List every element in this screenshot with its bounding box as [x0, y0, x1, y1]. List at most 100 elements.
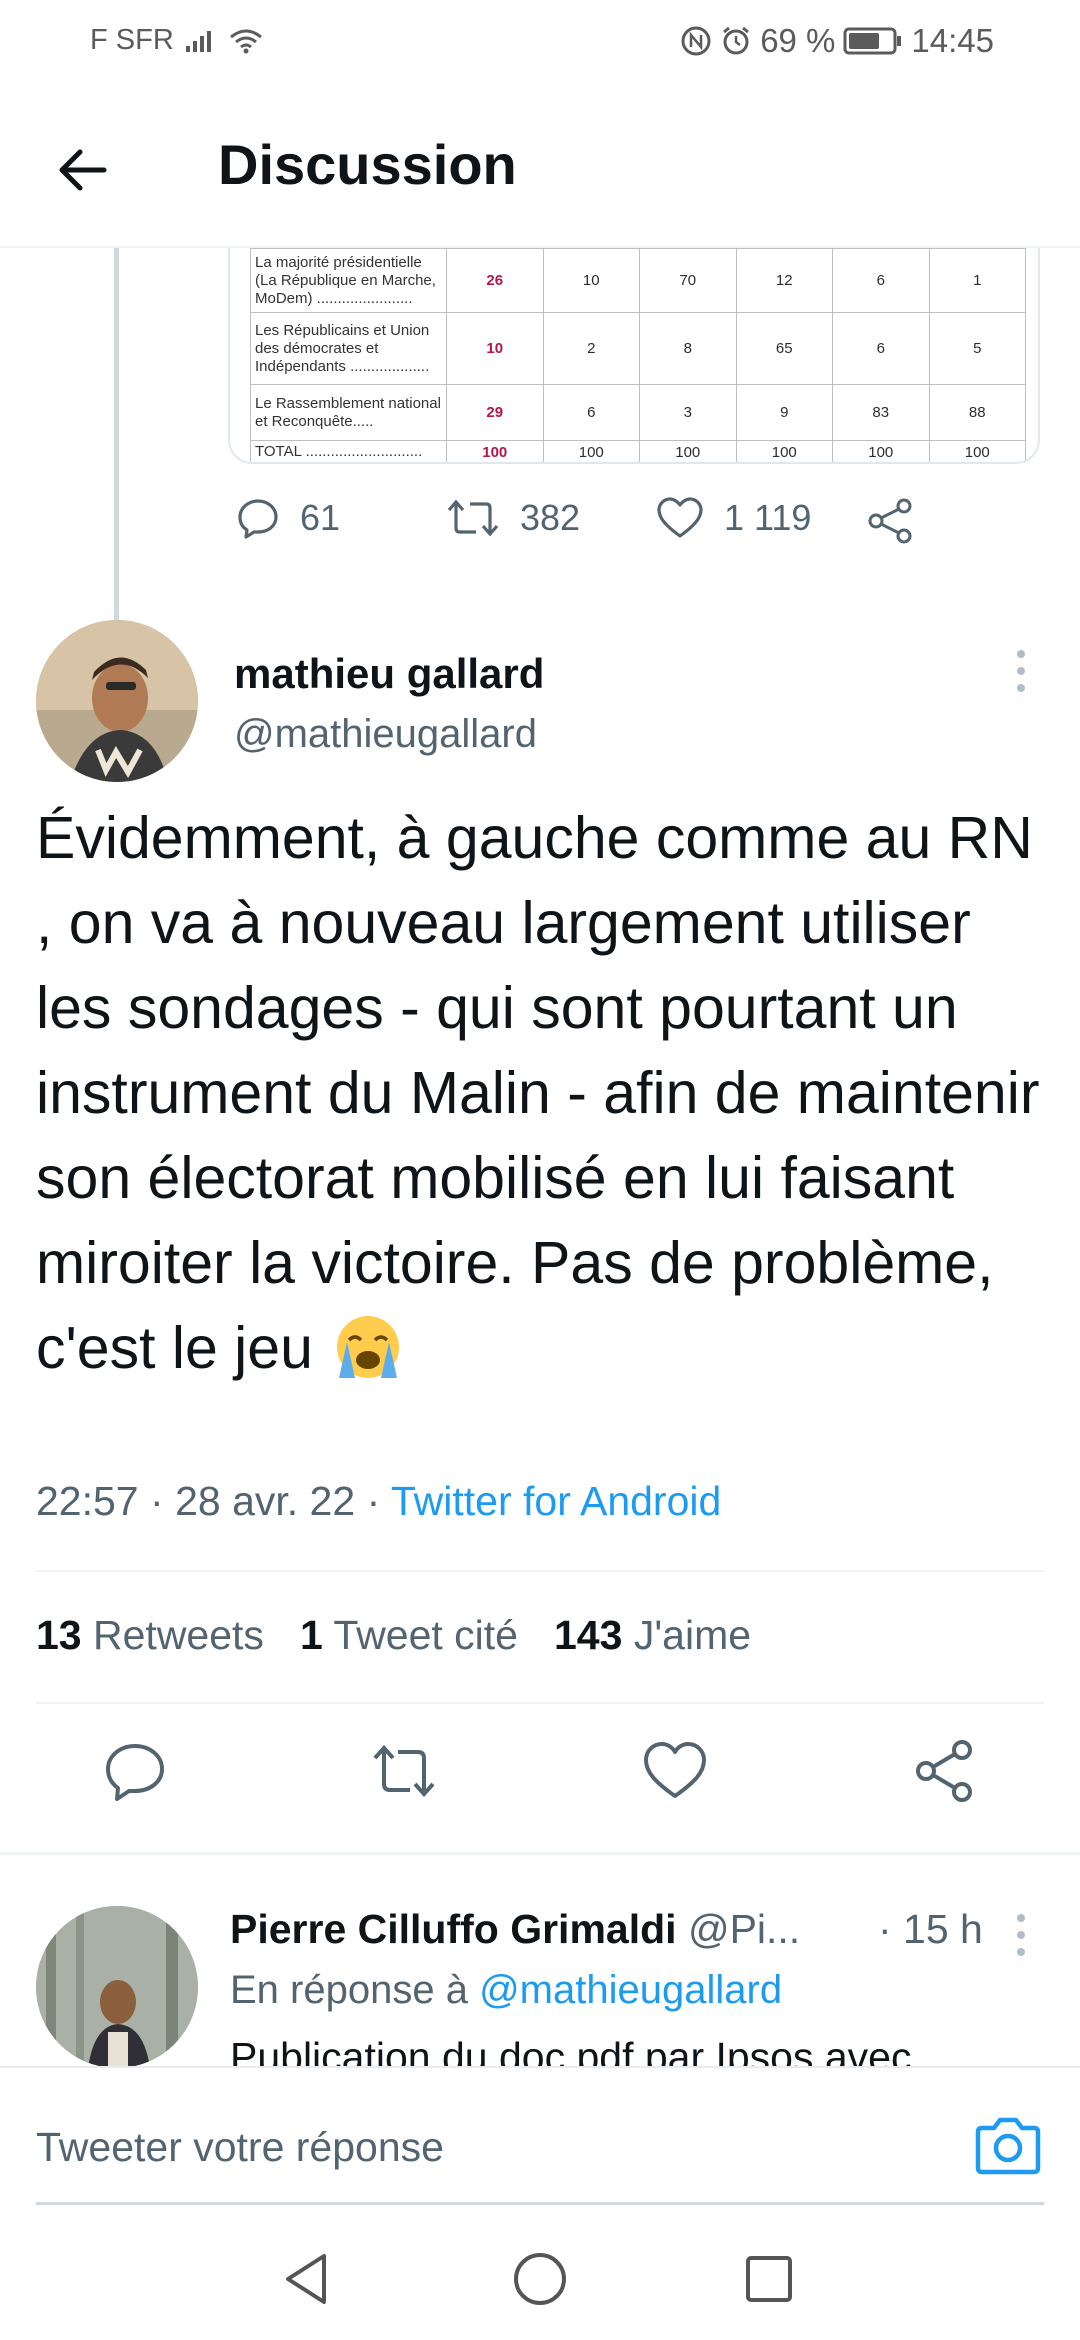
carrier-label: F SFR [90, 24, 174, 56]
reply-tweet[interactable]: Pierre Cilluffo Grimaldi @Pi... · 15 h E… [0, 1906, 1080, 2066]
author-name[interactable]: mathieu gallard [234, 650, 544, 698]
parent-reply-count: 61 [300, 497, 341, 538]
table-cell: 100 [928, 440, 1026, 462]
share-icon[interactable] [910, 1736, 980, 1806]
avatar-image [36, 620, 198, 782]
retweet-icon [447, 499, 499, 537]
signal-icon [185, 30, 211, 52]
table-row: Les Républicains et Union des démocrates… [250, 312, 1026, 385]
carrier-group: F SFR [90, 24, 264, 57]
tweet-time: 22:57 [36, 1478, 139, 1524]
parent-tweet-actions: 61 382 1 119 [230, 496, 990, 556]
tweet-date: 28 avr. 22 [175, 1478, 356, 1524]
table-cell: 100 [735, 440, 833, 462]
table-cell: 83 [832, 384, 930, 441]
tweet-text: Évidemment, à gauche comme au RN , on va… [36, 796, 1046, 1391]
retweet-icon[interactable] [368, 1736, 438, 1806]
nfc-icon [681, 26, 711, 56]
table-cell: 100 [832, 440, 930, 462]
table-cell: 10 [446, 312, 544, 385]
wifi-icon [229, 29, 262, 53]
more-options-icon[interactable] [1006, 1910, 1036, 1960]
parent-tweet-image[interactable]: La majorité présidentielle (La Républiqu… [228, 248, 1040, 464]
meta-separator: · [366, 1478, 381, 1524]
table-cell: 1 [928, 248, 1026, 313]
reply-text: Publication du doc pdf par Ipsos avec [230, 2034, 912, 2066]
quotes-count: 1 [299, 1612, 323, 1658]
table-cell: 9 [735, 384, 833, 441]
reply-context: En réponse à @mathieugallard [230, 1968, 782, 2013]
tweet-source-link[interactable]: Twitter for Android [391, 1478, 721, 1524]
table-cell: 5 [928, 312, 1026, 385]
parent-reply-button[interactable]: 61 [236, 496, 340, 540]
reply-time: · 15 h [878, 1906, 983, 1952]
table-cell: 100 [446, 440, 544, 462]
arrow-left-icon[interactable] [52, 138, 116, 202]
reply-avatar-image [36, 1906, 198, 2066]
table-cell: 26 [446, 248, 544, 313]
reply-author[interactable]: Pierre Cilluffo Grimaldi @Pi... [230, 1906, 800, 1953]
share-icon [868, 498, 912, 544]
table-cell: 10 [542, 248, 640, 313]
reply-context-handle[interactable]: @mathieugallard [479, 1968, 782, 2012]
tweet-body: Évidemment, à gauche comme au RN , on va… [36, 805, 1040, 1381]
parent-like-button[interactable]: 1 119 [656, 496, 811, 540]
avatar[interactable] [36, 620, 198, 782]
tweet-author: mathieu gallard @mathieugallard [0, 620, 1080, 782]
heart-icon[interactable] [640, 1736, 710, 1806]
reply-author-name: Pierre Cilluffo Grimaldi [230, 1906, 677, 1952]
table-cell-label: TOTAL ............................ [250, 440, 447, 462]
table-cell: 8 [639, 312, 737, 385]
table-cell: 6 [832, 248, 930, 313]
table-cell: 2 [542, 312, 640, 385]
table-row: Le Rassemblement national et Reconquête.… [250, 384, 1026, 441]
heart-icon [657, 497, 703, 538]
parent-retweet-button[interactable]: 382 [446, 496, 580, 540]
table-cell: 6 [542, 384, 640, 441]
parent-retweet-count: 382 [520, 497, 581, 538]
table-cell: 3 [639, 384, 737, 441]
table-cell: 88 [928, 384, 1026, 441]
section-separator [0, 1852, 1080, 1855]
table-cell: 65 [735, 312, 833, 385]
reply-author-handle: @Pi... [687, 1906, 801, 1952]
reply-icon [238, 499, 278, 539]
reply-icon[interactable] [100, 1736, 170, 1806]
parent-share-button[interactable] [866, 496, 916, 546]
nav-recents-icon[interactable] [734, 2244, 804, 2314]
meta-separator: · [150, 1478, 164, 1524]
camera-icon[interactable] [972, 2114, 1044, 2178]
status-right-group: 69 % 14:45 [680, 22, 994, 60]
author-handle[interactable]: @mathieugallard [234, 712, 537, 757]
table-cell: 12 [735, 248, 833, 313]
tweet-meta: 22:57 · 28 avr. 22 · Twitter for Android [36, 1478, 721, 1525]
table-cell: 70 [639, 248, 737, 313]
nav-back-icon[interactable] [272, 2244, 342, 2314]
parent-like-count: 1 119 [724, 497, 812, 538]
quotes-stat[interactable]: 1 Tweet cité [300, 1612, 518, 1659]
table-cell-label: La majorité présidentielle (La Républiqu… [250, 248, 447, 313]
more-options-icon[interactable] [1006, 646, 1036, 696]
avatar[interactable] [36, 1906, 198, 2066]
retweets-stat[interactable]: 13 Retweets [36, 1612, 264, 1659]
table-cell: 100 [639, 440, 737, 462]
retweets-label: Retweets [93, 1612, 264, 1658]
divider [36, 1702, 1044, 1704]
nav-home-icon[interactable] [505, 2244, 575, 2314]
loudly-crying-face-emoji [337, 1316, 400, 1378]
table-row: La majorité présidentielle (La Républiqu… [250, 248, 1026, 313]
page-title: Discussion [218, 133, 517, 196]
likes-label: J'aime [633, 1612, 752, 1658]
table-row: TOTAL ............................ 100 1… [250, 440, 1026, 462]
status-time: 14:45 [911, 22, 994, 59]
system-nav-bar [0, 2220, 1080, 2340]
app-bar: Discussion [0, 100, 1080, 248]
status-bar: F SFR 69 % 14:45 [0, 0, 1080, 84]
poll-table: La majorité présidentielle (La Républiqu… [250, 248, 1026, 462]
reply-input[interactable]: Tweeter votre réponse [36, 2124, 444, 2171]
table-cell: 29 [446, 384, 544, 441]
likes-stat[interactable]: 143 J'aime [554, 1612, 751, 1659]
likes-count: 143 [554, 1612, 623, 1658]
table-cell: 6 [832, 312, 930, 385]
reply-composer: Tweeter votre réponse [0, 2066, 1080, 2206]
